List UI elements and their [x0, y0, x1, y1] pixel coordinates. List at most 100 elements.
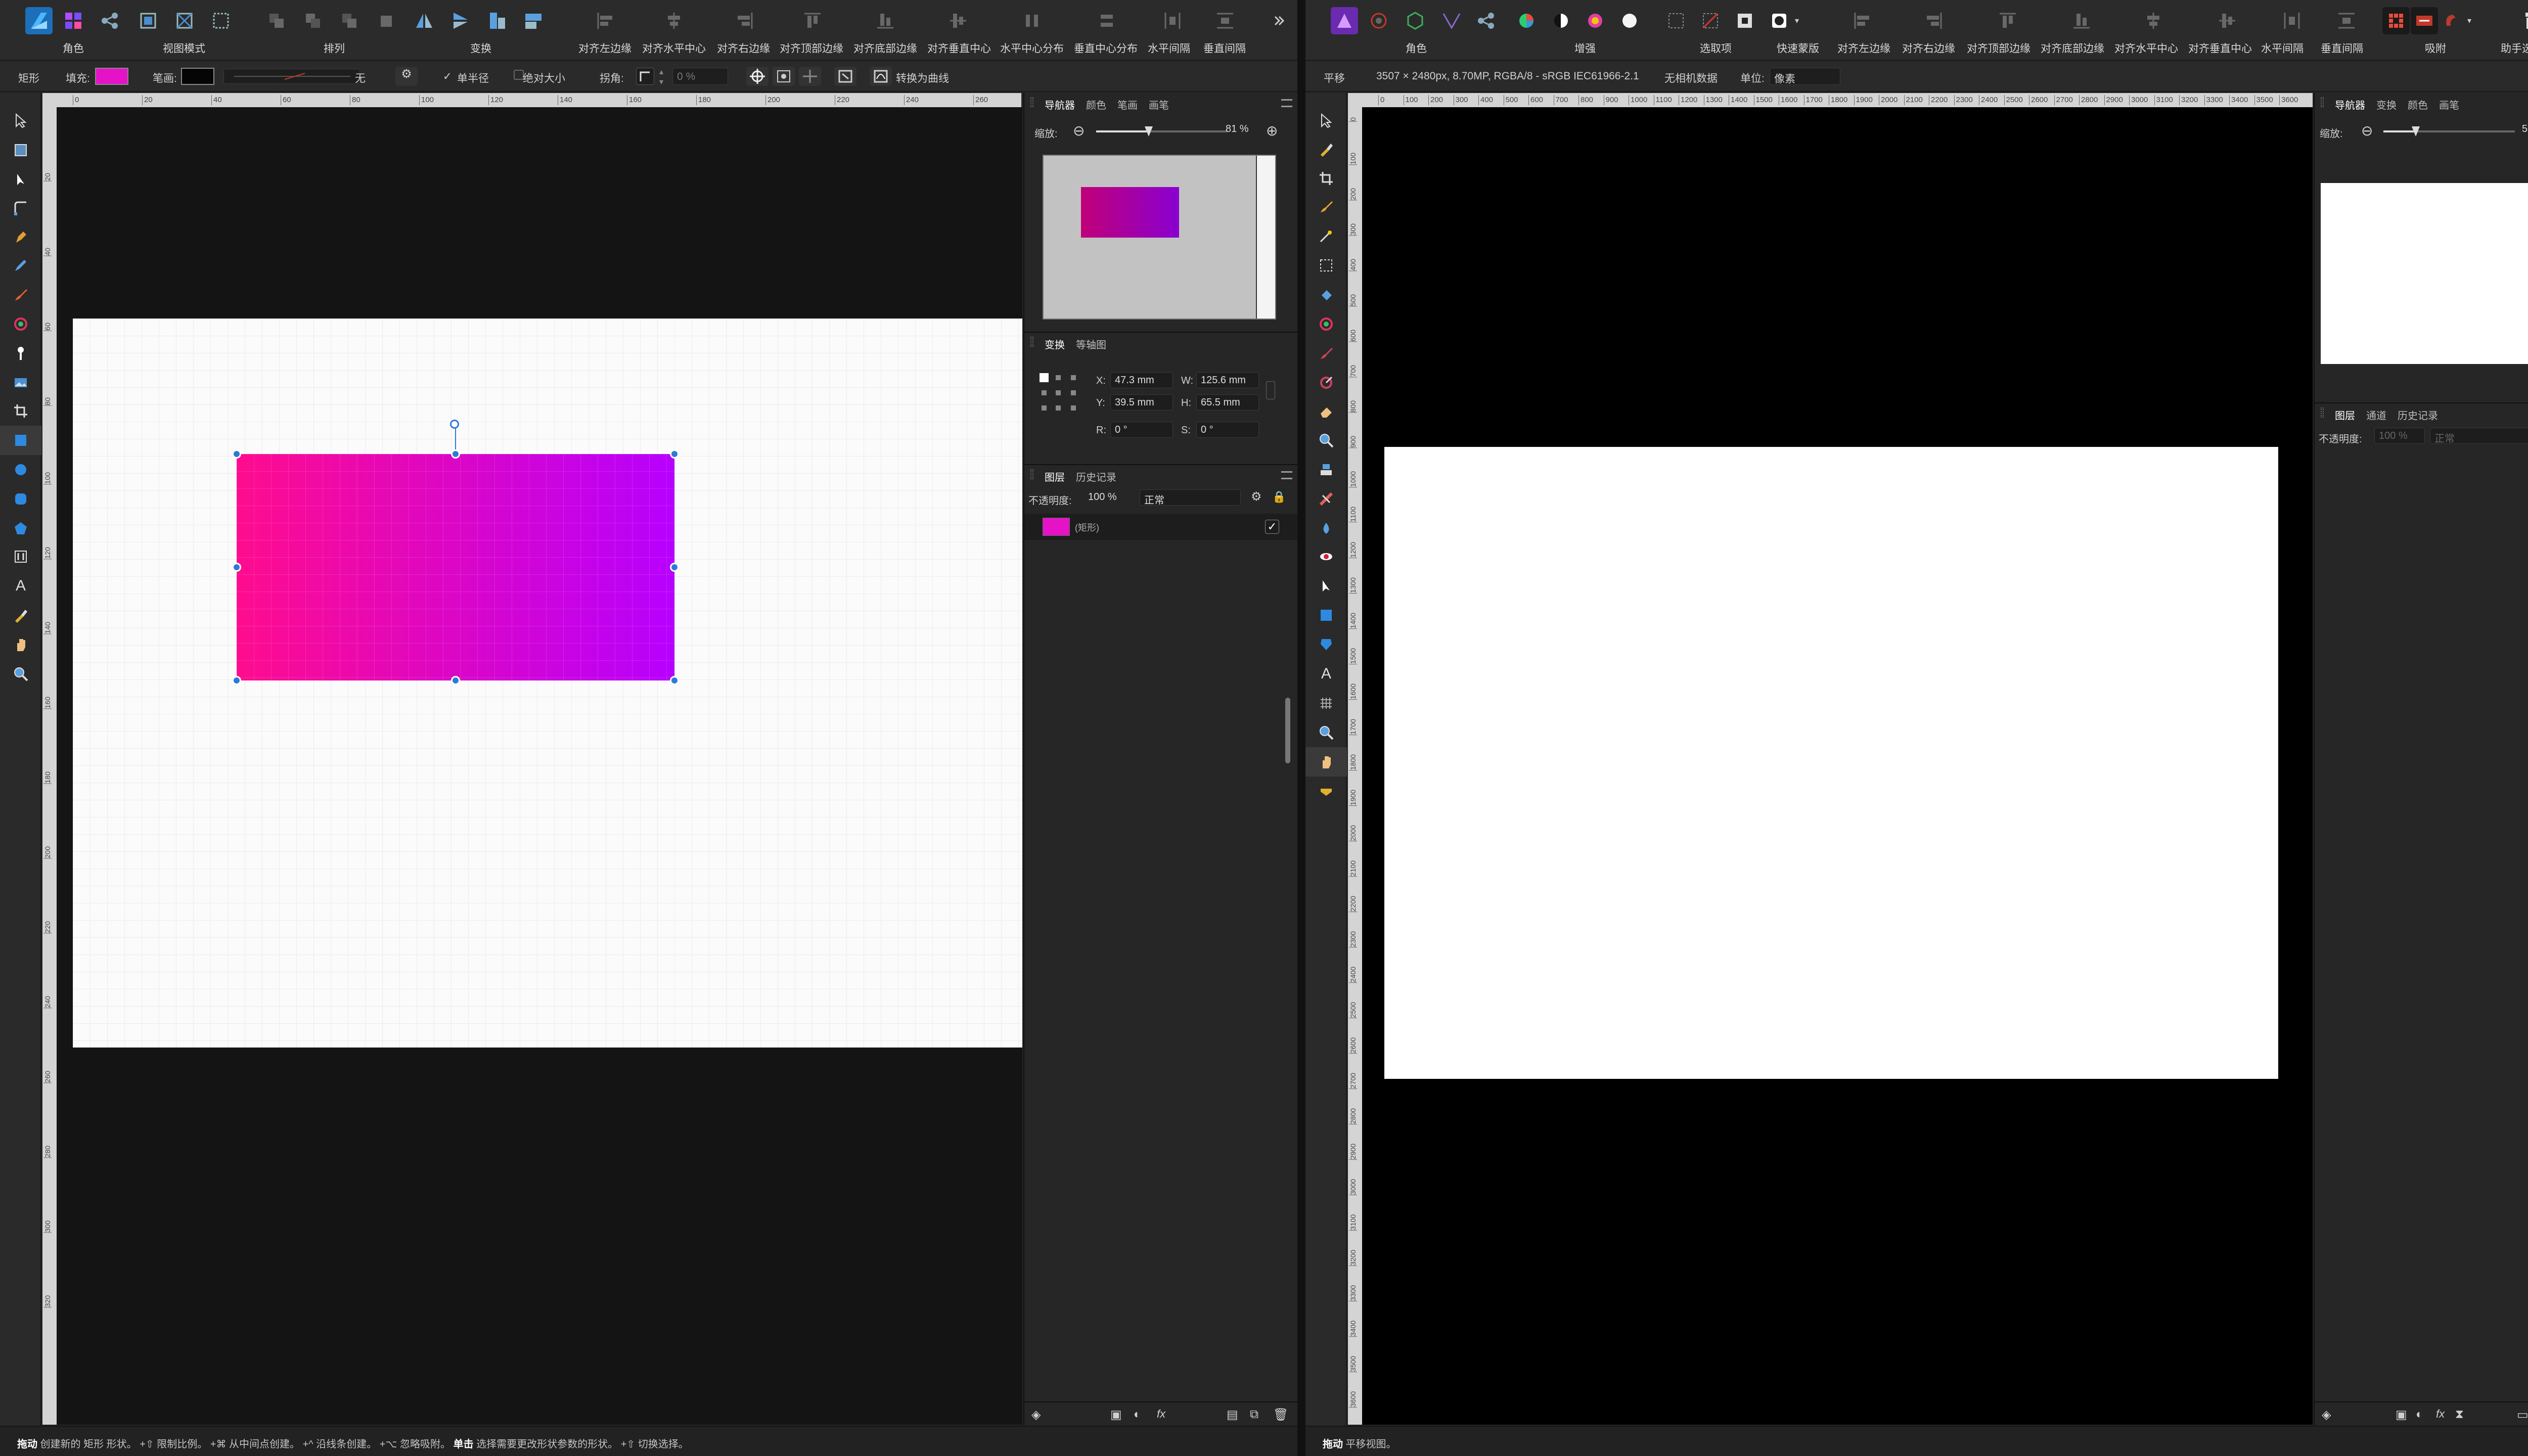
zoom-out-icon[interactable]: ⊖: [1073, 122, 1085, 139]
single-radius-label[interactable]: 单半径: [457, 70, 489, 85]
p-node-tool-icon[interactable]: [1305, 571, 1347, 601]
auto-levels-icon[interactable]: [1513, 7, 1540, 34]
p-tab-transform[interactable]: 变换: [2376, 97, 2397, 111]
blend-mode-select[interactable]: 正常: [1140, 489, 1241, 506]
view-mode-3-icon[interactable]: [207, 7, 235, 34]
bounding-box-icon[interactable]: [834, 67, 856, 86]
lock-aspect-icon[interactable]: [1266, 381, 1275, 399]
export-persona-icon-2[interactable]: [1472, 7, 1500, 34]
p-selection-brush-icon[interactable]: [1305, 192, 1347, 221]
vector-brush-tool-icon[interactable]: [0, 280, 41, 309]
p-live-filter-icon[interactable]: ⧗: [2455, 1407, 2464, 1422]
p-color-picker-icon[interactable]: [1305, 134, 1347, 164]
p-view-tool-icon[interactable]: [1305, 777, 1347, 806]
stroke-settings-gear-icon[interactable]: ⚙: [395, 67, 418, 86]
corner-stepper-icon[interactable]: ▴ ▾: [659, 67, 663, 87]
layer-settings-gear-icon[interactable]: ⚙: [1251, 489, 1262, 504]
h-field[interactable]: 65.5 mm: [1196, 394, 1259, 411]
adjustment-icon[interactable]: ◐: [1134, 1407, 1141, 1422]
pen-tool-icon[interactable]: [0, 222, 41, 252]
corner-tool-icon[interactable]: [0, 193, 41, 222]
tab-color[interactable]: 颜色: [1086, 97, 1106, 111]
p-shape-tool-icon[interactable]: [1305, 630, 1347, 659]
p-fx-icon[interactable]: fx: [2436, 1407, 2445, 1421]
gradient-rectangle[interactable]: [237, 454, 674, 680]
invert-selection-icon[interactable]: [1731, 7, 1758, 34]
duplicate-layer-icon[interactable]: ⧉: [1250, 1407, 1258, 1422]
hand-tool-icon[interactable]: [0, 630, 41, 659]
align-top-icon[interactable]: [799, 7, 826, 34]
align-hcenter-icon[interactable]: [660, 7, 688, 34]
grid-snap-icon[interactable]: [799, 67, 821, 86]
pencil-tool-icon[interactable]: [0, 251, 41, 280]
p-erase-brush-icon[interactable]: [1305, 396, 1347, 426]
rotation-field[interactable]: 0 °: [1110, 422, 1173, 438]
align-vcenter-icon[interactable]: [944, 7, 972, 34]
auto-white-balance-icon[interactable]: [1616, 7, 1643, 34]
artboard-tool-icon[interactable]: [0, 135, 41, 165]
p-align-bottom-icon[interactable]: [2068, 7, 2095, 34]
p-zoom-slider[interactable]: [2383, 126, 2515, 136]
view-mode-2-icon[interactable]: [171, 7, 198, 34]
p-zoom-out-icon[interactable]: ⊖: [2361, 122, 2373, 139]
opacity-field[interactable]: 100 %: [1084, 489, 1135, 506]
delete-layer-icon[interactable]: 🗑: [1273, 1407, 1288, 1422]
stroke-swatch[interactable]: [181, 68, 214, 85]
p-tab-brush[interactable]: 画笔: [2439, 97, 2459, 111]
p-group-icon[interactable]: ▭: [2517, 1407, 2528, 1422]
snap-options-icon[interactable]: [2411, 7, 2438, 34]
align-left-icon[interactable]: [592, 7, 619, 34]
layers-stack-icon[interactable]: ◈: [1031, 1407, 1041, 1422]
move-tool-icon[interactable]: [0, 106, 41, 135]
p-zoom-tool-icon[interactable]: [1305, 718, 1347, 747]
p-align-left-icon[interactable]: [1848, 7, 1876, 34]
tab-history[interactable]: 历史记录: [1076, 469, 1116, 483]
tab-navigator[interactable]: 导航器: [1045, 97, 1075, 111]
space-v-icon[interactable]: [1211, 7, 1239, 34]
quick-mask-icon[interactable]: [1766, 7, 1793, 34]
rotation-handle[interactable]: [450, 420, 459, 429]
corner-type-dropdown[interactable]: [636, 68, 654, 85]
resize-handle-tr[interactable]: [670, 449, 679, 459]
p-gradient-tool-icon[interactable]: [1305, 309, 1347, 339]
p-align-right-icon[interactable]: [1920, 7, 1948, 34]
p-navigator-preview[interactable]: [2321, 183, 2528, 364]
export-persona-icon[interactable]: [96, 7, 123, 34]
p-hand-tool-icon[interactable]: [1305, 747, 1347, 777]
tab-isometric[interactable]: 等轴图: [1076, 337, 1106, 351]
ellipse-tool-icon[interactable]: [0, 455, 41, 484]
develop-persona-icon[interactable]: [1402, 7, 1429, 34]
p-blend-select[interactable]: 正常: [2430, 428, 2528, 444]
resize-handle-br[interactable]: [670, 676, 679, 685]
stroke-width-slider[interactable]: [223, 69, 360, 84]
p-zoom-value[interactable]: 50 %: [2518, 121, 2528, 138]
artboard[interactable]: [73, 318, 1022, 1048]
corner-value-field[interactable]: 0 %: [672, 68, 728, 85]
photo-persona-icon[interactable]: [1331, 7, 1358, 34]
mask-icon[interactable]: ▣: [1110, 1407, 1122, 1422]
assistant-icon[interactable]: [2515, 7, 2528, 34]
quick-mask-dropdown-icon[interactable]: ▾: [1791, 7, 1803, 34]
panel-menu-icon[interactable]: [1281, 99, 1292, 107]
arrange-front-icon[interactable]: [372, 7, 399, 34]
canvas-area[interactable]: [57, 107, 1022, 1425]
p-mask-icon[interactable]: ▣: [2396, 1407, 2407, 1422]
p-layers-stack-icon[interactable]: ◈: [2322, 1407, 2331, 1422]
rotate-right-icon[interactable]: [520, 7, 547, 34]
single-radius-check-icon[interactable]: ✓: [443, 70, 452, 83]
add-layer-icon[interactable]: ▤: [1227, 1407, 1238, 1422]
p-clone-tool-icon[interactable]: [1305, 455, 1347, 484]
tab-layers[interactable]: 图层: [1045, 469, 1065, 483]
p-tab-color[interactable]: 颜色: [2408, 97, 2428, 111]
p-mesh-warp-icon[interactable]: [1305, 689, 1347, 718]
w-field[interactable]: 125.6 mm: [1196, 372, 1259, 388]
p-text-tool-icon[interactable]: A: [1305, 659, 1347, 689]
transparency-tool-icon[interactable]: [0, 339, 41, 368]
color-picker-tool-icon[interactable]: [0, 601, 41, 630]
p-crop-tool-icon[interactable]: [1305, 164, 1347, 193]
liquify-persona-icon[interactable]: [1365, 7, 1392, 34]
toolbar-overflow-icon[interactable]: [1269, 7, 1289, 34]
snap-grid-icon[interactable]: [2382, 7, 2410, 34]
transform-origin-icon[interactable]: [773, 67, 795, 86]
p-dodge-tool-icon[interactable]: [1305, 426, 1347, 455]
